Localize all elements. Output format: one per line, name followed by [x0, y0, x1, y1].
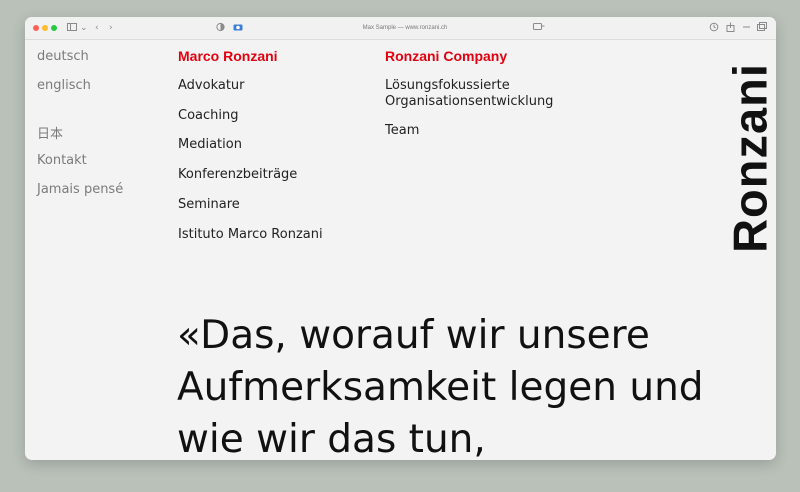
address-bar[interactable]: Max Sample — www.ronzani.ch: [275, 21, 535, 35]
share-icon[interactable]: [726, 22, 735, 36]
page-content: deutsch englisch 日本 Kontakt Jamais pensé…: [25, 40, 776, 460]
history-icon[interactable]: [709, 22, 719, 36]
back-arrow-icon[interactable]: ‹: [95, 22, 99, 34]
nav-seminare-link[interactable]: Seminare: [178, 197, 240, 212]
lang-japanese-link[interactable]: 日本: [37, 123, 63, 142]
chevron-down-icon[interactable]: ⌄: [80, 22, 88, 34]
new-tab-icon[interactable]: [742, 22, 751, 36]
ronzani-logo[interactable]: Ronzani: [723, 50, 777, 265]
zoom-window-button[interactable]: [51, 25, 57, 31]
nav-coaching-link[interactable]: Coaching: [178, 108, 239, 123]
browser-toolbar: ⌄ ‹ › Max Sample — www.ronzani.ch: [25, 17, 776, 40]
jamais-pense-link[interactable]: Jamais pensé: [37, 182, 123, 197]
nav-organisationsentwicklung-link[interactable]: Lösungsfokussierte Organisationsentwickl…: [385, 78, 585, 110]
ronzani-company-heading[interactable]: Ronzani Company: [385, 48, 507, 64]
browser-window: ⌄ ‹ › Max Sample — www.ronzani.ch deutsc…: [25, 17, 776, 460]
nav-advokatur-link[interactable]: Advokatur: [178, 78, 245, 93]
marco-ronzani-heading[interactable]: Marco Ronzani: [178, 48, 278, 64]
contact-link[interactable]: Kontakt: [37, 153, 87, 168]
lang-deutsch-link[interactable]: deutsch: [37, 49, 89, 64]
nav-team-link[interactable]: Team: [385, 123, 419, 138]
translate-icon[interactable]: [533, 22, 545, 36]
ronzani-logo-text: Ronzani: [723, 62, 777, 253]
nav-konferenzbeitraege-link[interactable]: Konferenzbeiträge: [178, 167, 297, 182]
hero-quote: «Das, worauf wir unsere Aufmerksamkeit l…: [177, 313, 704, 460]
lang-englisch-link[interactable]: englisch: [37, 78, 91, 93]
close-window-button[interactable]: [33, 25, 39, 31]
nav-istituto-link[interactable]: Istituto Marco Ronzani: [178, 227, 323, 242]
tabs-icon[interactable]: [757, 22, 767, 36]
minimize-window-button[interactable]: [42, 25, 48, 31]
forward-arrow-icon[interactable]: ›: [109, 22, 113, 34]
privacy-shield-icon[interactable]: [216, 22, 225, 36]
nav-mediation-link[interactable]: Mediation: [178, 137, 242, 152]
sidebar-toggle-icon[interactable]: [67, 22, 77, 36]
camera-icon[interactable]: [233, 22, 243, 36]
